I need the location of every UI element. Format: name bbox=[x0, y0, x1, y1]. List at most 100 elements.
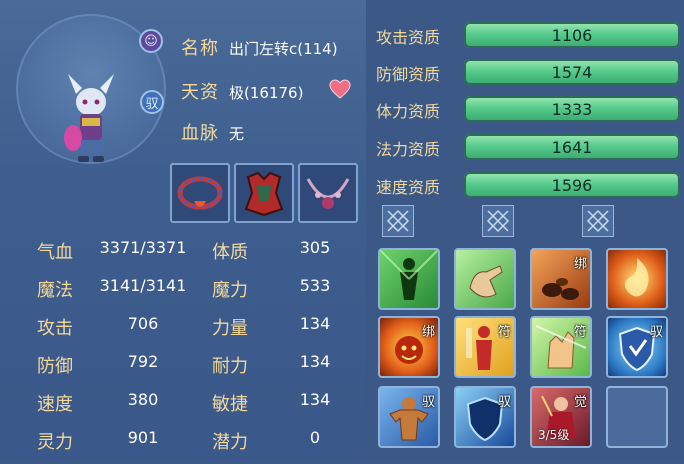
stat-row: 速度 380 敏捷 134 bbox=[0, 390, 366, 426]
stat-value: 134 bbox=[299, 314, 331, 333]
bloodline-value: 无 bbox=[229, 125, 245, 143]
stat-value: 134 bbox=[299, 390, 331, 409]
skill-slot[interactable] bbox=[378, 248, 440, 310]
gem-slot-2[interactable] bbox=[482, 205, 514, 237]
stat-value: 3371/3371 bbox=[99, 238, 187, 257]
stat-row: 防御 792 耐力 134 bbox=[0, 352, 366, 388]
stat-value: 901 bbox=[127, 428, 159, 447]
talent-label: 天资 bbox=[181, 82, 219, 103]
stat-value: 706 bbox=[127, 314, 159, 333]
ride-badge-icon[interactable]: 驭 bbox=[140, 90, 164, 114]
skill-tag: 觉 bbox=[573, 395, 587, 410]
aptitude-bar: 1641 bbox=[464, 134, 680, 160]
stat-value: 792 bbox=[127, 352, 159, 371]
stat-label: 力量 bbox=[212, 318, 248, 339]
aptitude-label: 法力资质 bbox=[376, 140, 441, 159]
skill-tag: 符 bbox=[497, 325, 511, 340]
aptitude-bar: 1574 bbox=[464, 59, 680, 85]
stat-label: 魔法 bbox=[37, 280, 73, 301]
skill-tag: 绑 bbox=[421, 325, 435, 340]
aptitude-value: 1574 bbox=[551, 62, 593, 82]
stat-label: 潜力 bbox=[212, 432, 248, 453]
bloodline-row: 血脉 无 bbox=[181, 119, 244, 145]
skill-slot[interactable] bbox=[454, 248, 516, 310]
aptitude-row: 速度资质 1596 bbox=[376, 172, 680, 198]
skill-tag: 绑 bbox=[573, 257, 587, 272]
aptitude-value: 1596 bbox=[551, 175, 593, 195]
aptitude-bar: 1596 bbox=[464, 172, 680, 198]
heart-icon[interactable] bbox=[329, 79, 351, 99]
stat-value: 0 bbox=[309, 428, 321, 447]
stat-label: 灵力 bbox=[37, 432, 73, 453]
stat-row: 攻击 706 力量 134 bbox=[0, 314, 366, 350]
aptitude-label: 防御资质 bbox=[376, 65, 441, 84]
skill-level: 3/5级 bbox=[538, 428, 570, 442]
gem-slot-1[interactable] bbox=[382, 205, 414, 237]
name-row: 名称 出门左转c(114) bbox=[181, 34, 338, 60]
skill-slot[interactable]: 驭 bbox=[454, 386, 516, 448]
aptitude-label: 体力资质 bbox=[376, 102, 441, 121]
stat-value: 533 bbox=[299, 276, 331, 295]
stat-label: 魔力 bbox=[212, 280, 248, 301]
aptitude-row: 体力资质 1333 bbox=[376, 96, 680, 122]
pet-info-panel: ☺ 驭 名称 出门左转c(114) 天资 极(16176) 血脉 无 气血 33… bbox=[0, 0, 366, 461]
empty-gem-icon bbox=[386, 209, 410, 233]
empty-gem-icon bbox=[586, 209, 610, 233]
stat-value: 134 bbox=[299, 352, 331, 371]
skill-tag: 符 bbox=[573, 325, 587, 340]
aptitude-bar: 1333 bbox=[464, 96, 680, 122]
stat-row: 魔法 3141/3141 魔力 533 bbox=[0, 276, 366, 312]
stat-value: 3141/3141 bbox=[99, 276, 187, 295]
stat-label: 耐力 bbox=[212, 356, 248, 377]
skill-slot[interactable]: 符 bbox=[454, 316, 516, 378]
aptitude-label: 攻击资质 bbox=[376, 28, 441, 47]
skill-tag: 驭 bbox=[421, 395, 435, 410]
aptitude-row: 防御资质 1574 bbox=[376, 59, 680, 85]
skill-slot[interactable]: 觉 3/5级 bbox=[530, 386, 592, 448]
skill-slot[interactable]: 绑 bbox=[378, 316, 440, 378]
aptitude-row: 法力资质 1641 bbox=[376, 134, 680, 160]
skill-tag: 驭 bbox=[497, 395, 511, 410]
pet-attribute-screen: ☺ 驭 名称 出门左转c(114) 天资 极(16176) 血脉 无 气血 33… bbox=[0, 0, 684, 461]
green-hand-icon bbox=[469, 265, 503, 298]
necklace-pink-icon bbox=[306, 178, 350, 209]
stat-label: 攻击 bbox=[37, 318, 73, 339]
stat-value: 380 bbox=[127, 390, 159, 409]
stat-label: 气血 bbox=[37, 242, 73, 263]
stat-label: 体质 bbox=[212, 242, 248, 263]
stat-row: 气血 3371/3371 体质 305 bbox=[0, 238, 366, 274]
talent-value: 极(16176) bbox=[229, 84, 304, 102]
skill-tag: 驭 bbox=[649, 325, 663, 340]
talent-row: 天资 极(16176) bbox=[181, 78, 303, 104]
stat-label: 敏捷 bbox=[212, 394, 248, 415]
aptitude-bar: 1106 bbox=[464, 22, 680, 48]
necklace-red-icon bbox=[177, 176, 223, 210]
pet-figure-icon bbox=[64, 74, 114, 162]
stat-row: 灵力 901 潜力 0 bbox=[0, 428, 366, 464]
empty-skill-slot[interactable] bbox=[606, 386, 668, 448]
green-figure-icon bbox=[380, 250, 438, 300]
armor-red-icon bbox=[244, 171, 284, 217]
aptitude-row: 攻击资质 1106 bbox=[376, 22, 680, 48]
skill-slot[interactable]: 绑 bbox=[530, 248, 592, 310]
gem-slot-3[interactable] bbox=[582, 205, 614, 237]
aptitude-skill-panel: 攻击资质 1106 防御资质 1574 体力资质 1333 法力资质 1641 … bbox=[366, 0, 684, 461]
skill-slot[interactable]: 驭 bbox=[606, 316, 668, 378]
name-label: 名称 bbox=[181, 38, 219, 59]
bloodline-label: 血脉 bbox=[181, 123, 219, 144]
aptitude-value: 1641 bbox=[551, 137, 593, 157]
skill-slot[interactable]: 驭 bbox=[378, 386, 440, 448]
skill-slot[interactable]: 符 bbox=[530, 316, 592, 378]
pet-type-badge-icon[interactable]: ☺ bbox=[139, 29, 163, 53]
equip-slot-1[interactable] bbox=[170, 163, 230, 223]
equip-slot-2[interactable] bbox=[234, 163, 294, 223]
pet-name[interactable]: 出门左转c(114) bbox=[229, 38, 338, 59]
empty-gem-icon bbox=[486, 209, 510, 233]
fire-swirl-icon bbox=[624, 258, 649, 297]
stat-label: 速度 bbox=[37, 394, 73, 415]
skill-slot[interactable] bbox=[606, 248, 668, 310]
equip-slot-3[interactable] bbox=[298, 163, 358, 223]
aptitude-value: 1106 bbox=[551, 25, 593, 45]
stat-value: 305 bbox=[299, 238, 331, 257]
aptitude-label: 速度资质 bbox=[376, 178, 441, 197]
